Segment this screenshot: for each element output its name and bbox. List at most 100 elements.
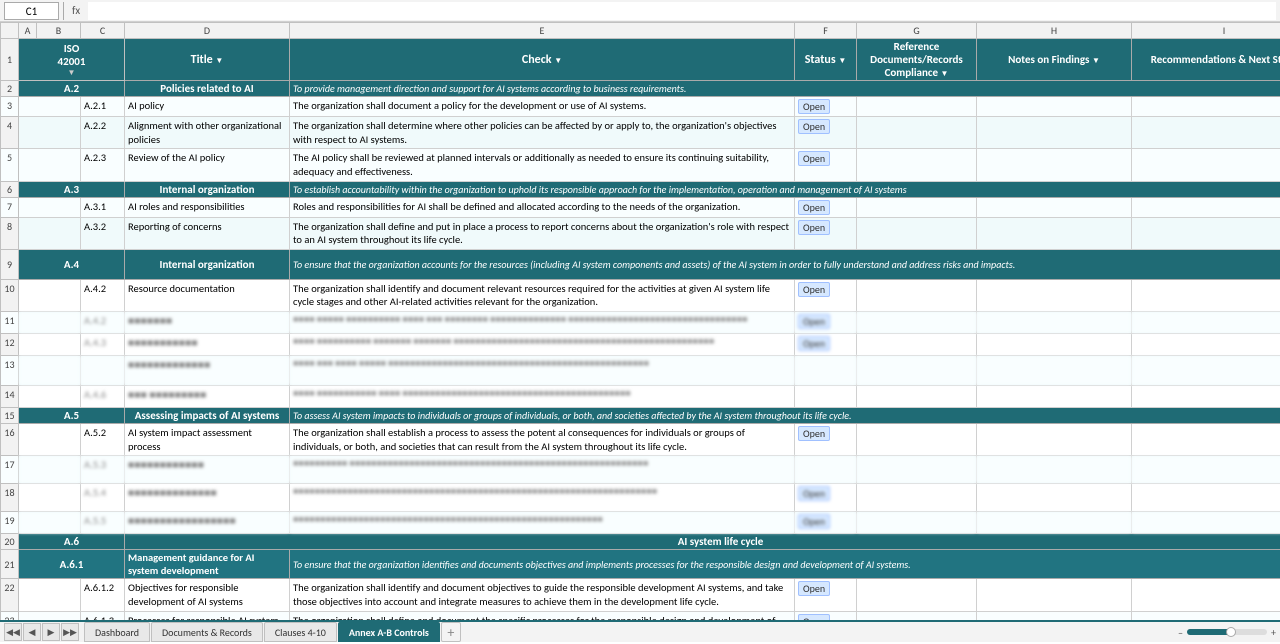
row-num-1: 1 <box>1 39 19 81</box>
main-table: A B C D E F G H I 1 ISO 42001 <box>0 22 1280 620</box>
a613-check: The organization shall define and docume… <box>290 611 795 620</box>
spreadsheet-app: C1 fx A B <box>0 0 1280 644</box>
tab-nav-first[interactable]: ◀◀ <box>4 623 22 641</box>
a21-id: A.2.1 <box>81 97 125 117</box>
a22-title: Alignment with other organizational poli… <box>125 117 290 149</box>
a61-objective: To ensure that the organization identifi… <box>290 550 1280 579</box>
col-letter-d[interactable]: D <box>125 23 290 39</box>
add-sheet-button[interactable]: + <box>441 622 461 642</box>
a43-title: ■■■■■■■■■■■ <box>125 334 290 356</box>
a55-check: ■■■■■■■■■■■■■■■■■■■■■■■■■■■■■■■■■■■■■■■■… <box>290 512 795 534</box>
cell-reference-box[interactable]: C1 <box>4 2 59 20</box>
table-scroll-area[interactable]: A B C D E F G H I 1 ISO 42001 <box>0 22 1280 620</box>
a21-id-a <box>19 97 81 117</box>
zoom-slider[interactable] <box>1187 629 1267 635</box>
a4-objective: To ensure that the organization accounts… <box>290 249 1280 279</box>
a4-id: A.4 <box>19 249 125 279</box>
row-num-13: 13 <box>1 356 19 386</box>
sheet-tab-bar: ◀◀ ◀ ▶ ▶▶ Dashboard Documents & Records … <box>0 620 1280 642</box>
a43-check: ■■■■ ■■■■■■■■■■ ■■■■■■■ ■■■■■■■ ■■■■■■■■… <box>290 334 795 356</box>
a31-id: A.3.1 <box>81 197 125 217</box>
iso-header-cell: ISO 42001 ▼ <box>19 39 125 81</box>
section-row-a4: 9 A.4 Internal organization To ensure th… <box>1 249 1280 279</box>
a22-notes <box>977 117 1132 149</box>
zoom-plus-label: + <box>1271 626 1276 639</box>
a42-check: ■■■■ ■■■■■ ■■■■■■■■■■ ■■■■ ■■■ ■■■■■■■■ … <box>290 312 795 334</box>
col-letter-h[interactable]: H <box>977 23 1132 39</box>
section-row-a6: 20 A.6 AI system life cycle <box>1 534 1280 550</box>
a32-status: Open <box>795 217 857 249</box>
a55-id: A.5.5 <box>81 512 125 534</box>
formula-bar: C1 fx <box>0 0 1280 22</box>
row-a54: 18 A.5.4 ■■■■■■■■■■■■■■ ■■■■■■■■■■■■■■■■… <box>1 484 1280 512</box>
row-num-22: 22 <box>1 579 19 611</box>
a22-rec <box>1132 117 1280 149</box>
a23-notes <box>977 149 1132 181</box>
row-13: 13 ■■■■■■■■■■■■■ ■■■■ ■■■ ■■■■ ■■■■■ ■■■… <box>1 356 1280 386</box>
formula-input[interactable] <box>88 2 1276 20</box>
a43-status: Open <box>795 334 857 356</box>
a21-status: Open <box>795 97 857 117</box>
tab-clauses-4-10[interactable]: Clauses 4-10 <box>264 622 337 642</box>
tab-nav-prev[interactable]: ◀ <box>23 623 41 641</box>
section-row-a5: 15 A.5 Assessing impacts of AI systems T… <box>1 408 1280 424</box>
col-letter-e[interactable]: E <box>290 23 795 39</box>
notes-header: Notes on Findings ▼ <box>977 39 1132 81</box>
tab-annex-ab-controls[interactable]: Annex A-B Controls <box>338 622 440 642</box>
a612-id: A.6.1.2 <box>81 579 125 611</box>
a31-status: Open <box>795 197 857 217</box>
tab-nav-next[interactable]: ▶ <box>42 623 60 641</box>
a41-title: Resource documentation <box>125 279 290 311</box>
recommendations-header: Recommendations & Next Steps <box>1132 39 1280 81</box>
row-a43: 12 A.4.3 ■■■■■■■■■■■ ■■■■ ■■■■■■■■■■ ■■■… <box>1 334 1280 356</box>
tab-documents-records[interactable]: Documents & Records <box>151 622 263 642</box>
row-num-20: 20 <box>1 534 19 550</box>
a53-id: A.5.3 <box>81 456 125 484</box>
a46-id: A.4.6 <box>81 386 125 408</box>
a61-title: Management guidance for AI system develo… <box>125 550 290 579</box>
col-letter-f[interactable]: F <box>795 23 857 39</box>
row-num-15: 15 <box>1 408 19 424</box>
a31-title: AI roles and responsibilities <box>125 197 290 217</box>
tab-nav-last[interactable]: ▶▶ <box>61 623 79 641</box>
col-letter-c[interactable]: C <box>81 23 125 39</box>
row-a23: 5 A.2.3 Review of the AI policy The AI p… <box>1 149 1280 181</box>
a32-id: A.3.2 <box>81 217 125 249</box>
row13-title: ■■■■■■■■■■■■■ <box>125 356 290 386</box>
zoom-thumb[interactable] <box>1226 627 1236 637</box>
a42-status: Open <box>795 312 857 334</box>
a52-status: Open <box>795 424 857 456</box>
col-letter-a[interactable]: A <box>19 23 37 39</box>
a21-ref <box>857 97 977 117</box>
title-header: Title ▼ <box>125 39 290 81</box>
formula-divider <box>63 2 64 20</box>
a21-title: AI policy <box>125 97 290 117</box>
a53-check: ■■■■■■■■■■ ■■■■■■■■■■■■■■■■■■■■■■■■■■■■■… <box>290 456 795 484</box>
zoom-label: – <box>1178 626 1183 639</box>
a6-title: AI system life cycle <box>125 534 1280 550</box>
column-letters-row: A B C D E F G H I <box>1 23 1280 39</box>
subsection-row-a61: 21 A.6.1 Management guidance for AI syst… <box>1 550 1280 579</box>
row-a612: 22 A.6.1.2 Objectives for responsible de… <box>1 579 1280 611</box>
row-a613: 23 A.6.1.3 Processes for responsible AI … <box>1 611 1280 620</box>
tab-nav-buttons: ◀◀ ◀ ▶ ▶▶ <box>4 623 79 641</box>
col-letter-i[interactable]: I <box>1132 23 1280 39</box>
a55-status: Open <box>795 512 857 534</box>
a3-id: A.3 <box>19 181 125 197</box>
tab-dashboard[interactable]: Dashboard <box>84 622 150 642</box>
a54-id: A.5.4 <box>81 484 125 512</box>
a3-objective: To establish accountability within the o… <box>290 181 1280 197</box>
row-num-11: 11 <box>1 312 19 334</box>
zoom-fill <box>1187 629 1231 635</box>
row-num-18: 18 <box>1 484 19 512</box>
a23-id-a <box>19 149 81 181</box>
a22-check: The organization shall determine where o… <box>290 117 795 149</box>
a23-title: Review of the AI policy <box>125 149 290 181</box>
a54-title: ■■■■■■■■■■■■■■ <box>125 484 290 512</box>
row-num-10: 10 <box>1 279 19 311</box>
a22-id-a <box>19 117 81 149</box>
col-letter-g[interactable]: G <box>857 23 977 39</box>
a612-check: The organization shall identify and docu… <box>290 579 795 611</box>
col-letter-b[interactable]: B <box>37 23 81 39</box>
a5-title: Assessing impacts of AI systems <box>125 408 290 424</box>
